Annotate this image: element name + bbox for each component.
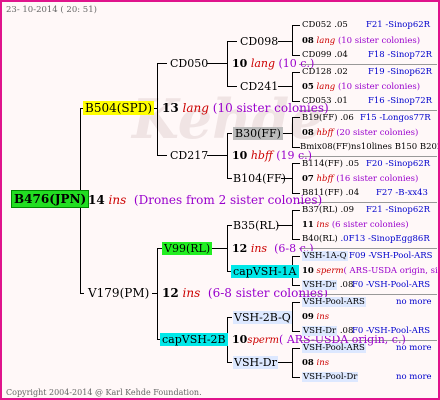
g4-row-vshdr-1-right: F0 -VSH-Pool-ARS	[352, 280, 431, 290]
g4-row-vshpool-1[interactable]: VSH-Pool-ARS	[302, 296, 366, 309]
g4-row-b114-right: F20 -Sinop62R	[366, 159, 431, 169]
g3-capvsh1a-queen[interactable]: capVSH-1A	[231, 265, 299, 278]
g2-v99-num: 12	[232, 242, 248, 255]
g4-row-cd128[interactable]: CD128 .02	[302, 66, 348, 79]
root-queen[interactable]: B476(JPN)	[11, 190, 90, 208]
g1-upper-num: 13	[162, 101, 179, 115]
g1-upper-queen[interactable]: B504(SPD)	[83, 101, 155, 115]
g2-cd217-ins: hbff	[250, 149, 273, 162]
g2-cd050-num: 10	[232, 57, 248, 70]
g3-b30-id[interactable]: B30(FF)	[233, 127, 283, 140]
g1-lower-num: 12	[162, 286, 179, 300]
g4-row-vshpool-2[interactable]: VSH-Pool-ARS	[302, 342, 366, 355]
g1-lower-id[interactable]: V179(PM)	[88, 286, 149, 300]
g4-row-cd053[interactable]: CD053 .01	[302, 95, 348, 108]
g4-row-bmix08[interactable]: Bmix08(FF)ns10lines B150 B202	[300, 141, 438, 154]
g3-b30-queen[interactable]: B30(FF)	[233, 127, 283, 140]
g4-row-cd052-right: F21 -Sinop62R	[366, 20, 431, 30]
header-date: 23- 10-2014 ( 20: 51)	[6, 5, 97, 15]
g2-capvsh2b-queen[interactable]: capVSH-2B	[160, 333, 228, 346]
g4-row-vshdr-1[interactable]: VSH-Dr .08	[302, 279, 353, 292]
g4-row-vsh1aq[interactable]: VSH-1A-Q	[302, 250, 348, 263]
pedigree-panel: Kehde 23- 10-2014 ( 20: 51) B476(JPN) 14…	[0, 0, 440, 400]
g4-row-vshpool-1-right: no more	[396, 297, 432, 307]
g3-vshdr-id[interactable]: VSH-Dr	[233, 356, 278, 369]
g2-cd217-queen[interactable]: CD217	[170, 149, 208, 162]
g4-row-vshdr-2-right: F0 -VSH-Pool-ARS	[352, 326, 431, 336]
g1-lower-ins: ins	[182, 286, 201, 300]
g4-row-vsh1aq-right: F09 -VSH-Pool-ARS	[349, 251, 433, 261]
g2-v99-ins: ins	[250, 242, 268, 255]
g1-lower-queen[interactable]: V179(PM)	[88, 287, 149, 300]
g3-cd241-queen[interactable]: CD241	[240, 80, 278, 93]
g4-row-cd099-right: F18 -Sinop72R	[368, 50, 433, 60]
g2-capvsh2b-id[interactable]: capVSH-2B	[160, 333, 228, 346]
g4-row-b104-ins: 07 hbff (16 sister colonies)	[302, 174, 419, 184]
g4-row-b40[interactable]: B40(RL) .0F13 -SinopEgg86R	[302, 233, 430, 246]
g2-capvsh2b-num: 10	[232, 333, 248, 346]
g4-row-b35-ins: 11 ins (6 sister colonies)	[302, 220, 409, 230]
g4-row-vsh2bq-ins: 09 ins	[302, 312, 330, 322]
g2-capvsh2b-ins: sperm	[247, 335, 280, 346]
g2-v99-queen[interactable]: V99(RL)	[162, 242, 213, 255]
g1-upper-id[interactable]: B504(SPD)	[83, 101, 155, 115]
g2-cd050-queen[interactable]: CD050	[170, 57, 208, 70]
g4-row-vshdr-ins: 08 ins	[302, 358, 330, 368]
g4-row-b19-right: F15 -Longos77R	[360, 113, 431, 123]
g3-vsh2bq-id[interactable]: VSH-2B-Q	[233, 311, 292, 324]
g1-upper-ins: lang	[182, 101, 209, 115]
g2-v99-id[interactable]: V99(RL)	[162, 242, 213, 255]
g4-row-b114[interactable]: B114(FF) .05	[302, 158, 359, 171]
g2-cd217-num: 10	[232, 149, 248, 162]
g4-row-b19[interactable]: B19(FF) .06	[302, 112, 354, 125]
g3-b35-queen[interactable]: B35(RL)	[233, 219, 279, 232]
root-insemination: 14 ins (Drones from 2 sister colonies)	[88, 194, 322, 207]
g3-b104-queen[interactable]: B104(FF)	[233, 172, 286, 185]
g4-row-b811-right: F27 -B-xx43	[376, 188, 428, 198]
g4-row-vshpool-2-right: no more	[396, 343, 432, 353]
g4-row-cd098-ins: 08 lang (10 sister colonies)	[302, 36, 421, 46]
g4-row-cd052[interactable]: CD052 .05	[302, 19, 348, 32]
g4-row-cd099[interactable]: CD099 .04	[302, 49, 348, 62]
g3-cd098-queen[interactable]: CD098	[240, 35, 278, 48]
g4-row-b37[interactable]: B37(RL) .09	[302, 204, 354, 217]
g4-row-b37-right: F21 -Sinop62R	[366, 205, 431, 215]
g3-vsh2bq-queen[interactable]: VSH-2B-Q	[233, 311, 292, 324]
root-ins: ins	[108, 193, 127, 207]
g3-capvsh1a-id[interactable]: capVSH-1A	[231, 265, 299, 278]
g4-row-cd241-ins: 05 lang (10 sister colonies)	[302, 82, 421, 92]
g2-cd050-ins: lang	[250, 57, 276, 70]
g4-row-b811[interactable]: B811(FF) .04	[302, 187, 359, 200]
root-num: 14	[88, 193, 105, 207]
g4-row-vshdr-2[interactable]: VSH-Dr .08	[302, 325, 353, 338]
g4-row-vshpooldr-right: no more	[396, 372, 432, 382]
g4-row-cd053-right: F16 -Sinop72R	[368, 96, 433, 106]
g3-vshdr-queen[interactable]: VSH-Dr	[233, 356, 278, 369]
footer-copyright: Copyright 2004-2014 @ Karl Kehde Foundat…	[6, 388, 202, 397]
root-id[interactable]: B476(JPN)	[11, 190, 90, 208]
root-note: (Drones from 2 sister colonies)	[133, 193, 323, 207]
g4-row-vshpooldr[interactable]: VSH-Pool-Dr	[302, 371, 359, 384]
g4-row-cd128-right: F19 -Sinop62R	[368, 67, 433, 77]
g4-row-capvsh1a-ins: 10 sperm( ARS-USDA origin, sister coloni…	[302, 266, 438, 276]
g4-row-b30-ins: 08 hbff (20 sister colonies)	[302, 128, 419, 138]
